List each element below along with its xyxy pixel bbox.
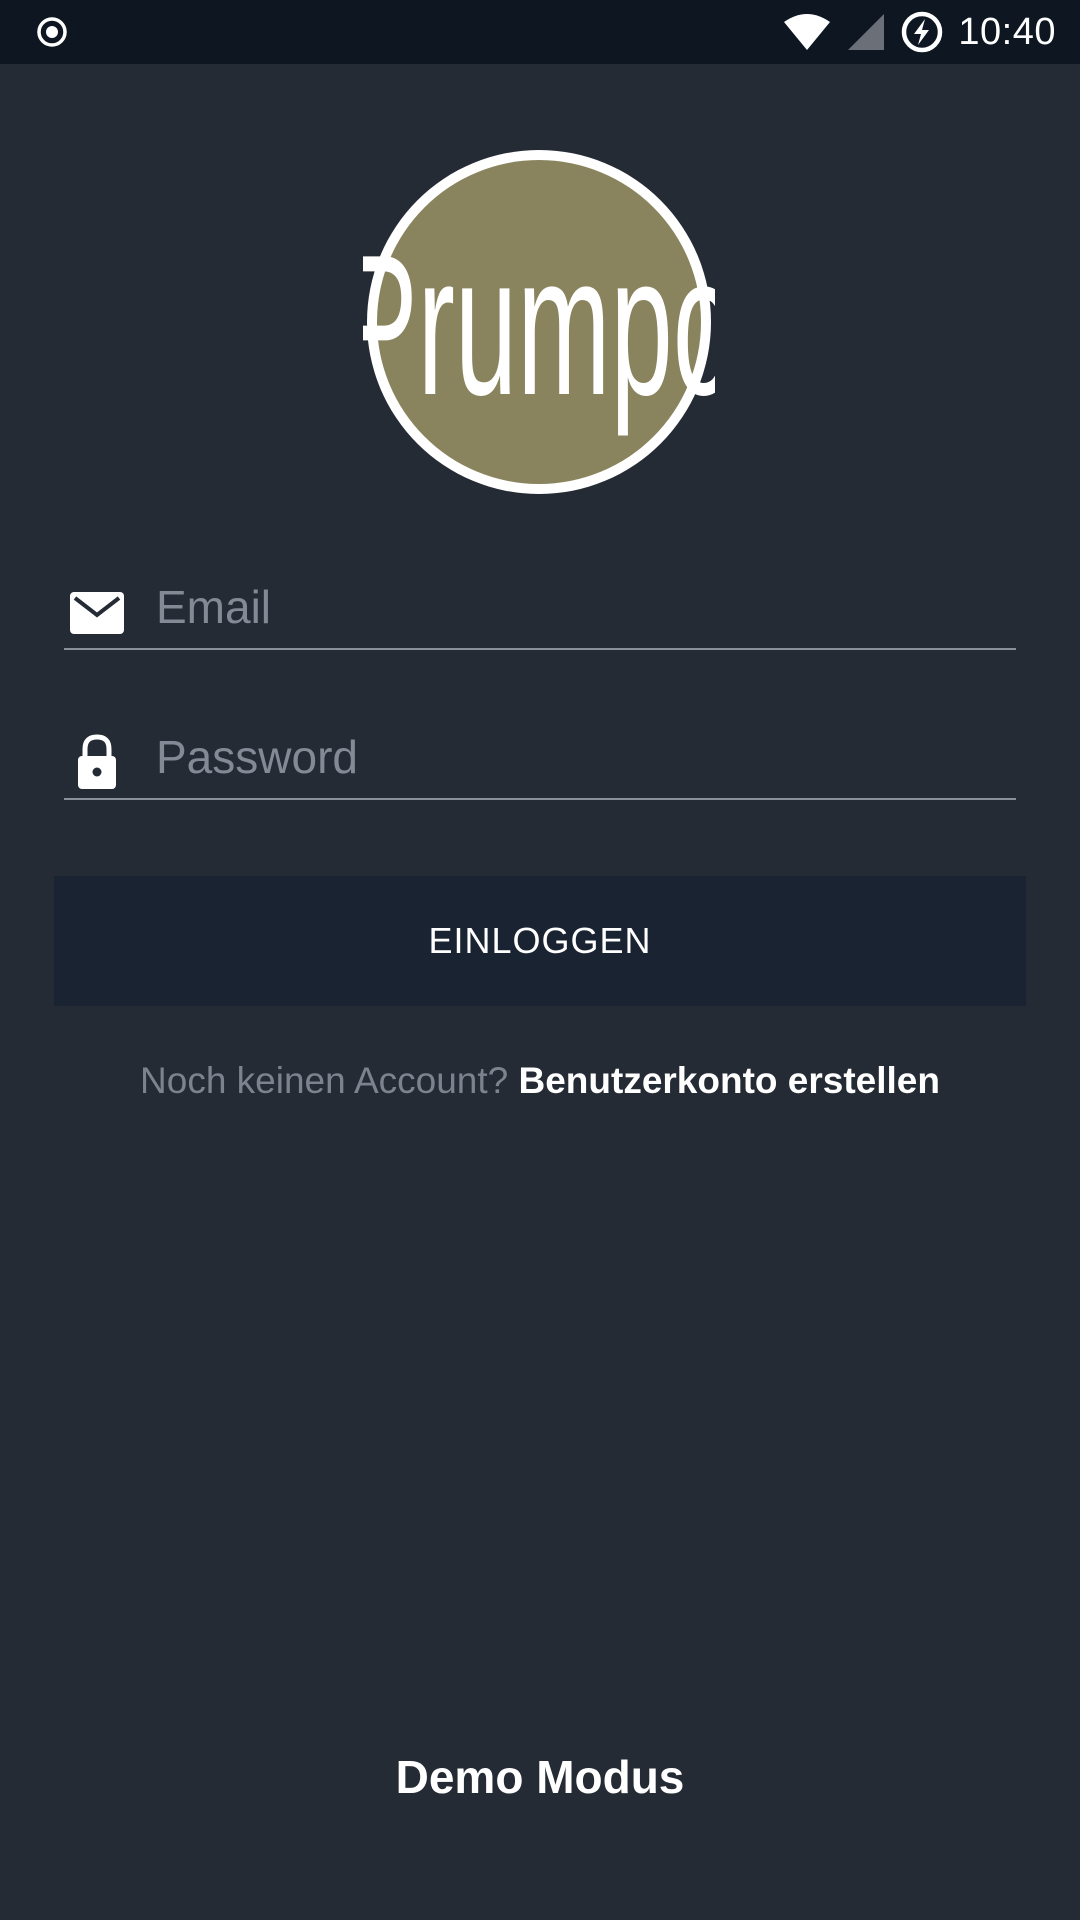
lock-icon xyxy=(78,734,116,789)
email-input[interactable] xyxy=(156,566,1006,648)
signup-row: Noch keinen Account? Benutzerkonto erste… xyxy=(0,1060,1080,1102)
password-input[interactable] xyxy=(156,716,1006,798)
logo-text: Prumpo xyxy=(363,214,715,437)
login-button[interactable]: EINLOGGEN xyxy=(54,876,1026,1006)
status-icons: 10:40 xyxy=(782,0,1056,64)
status-time: 10:40 xyxy=(958,10,1056,53)
create-account-link[interactable]: Benutzerkonto erstellen xyxy=(519,1060,940,1101)
password-field[interactable] xyxy=(64,716,1016,800)
prumpo-logo: Prumpo xyxy=(363,150,715,494)
mail-icon xyxy=(70,592,124,634)
status-bar: 10:40 xyxy=(0,0,1080,64)
demo-mode-button[interactable]: Demo Modus xyxy=(0,1750,1080,1804)
cell-signal-icon xyxy=(848,14,885,50)
signup-prompt: Noch keinen Account? xyxy=(140,1060,519,1101)
battery-charging-icon xyxy=(902,11,943,53)
record-icon xyxy=(37,17,67,47)
wifi-icon xyxy=(784,14,831,50)
email-field[interactable] xyxy=(64,566,1016,650)
